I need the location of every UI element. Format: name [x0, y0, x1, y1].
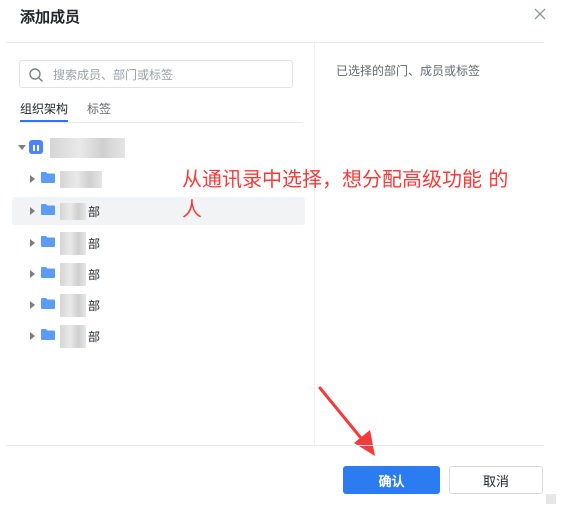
tab-org-structure[interactable]: 组织架构 — [20, 100, 68, 117]
close-icon[interactable] — [532, 6, 548, 22]
org-icon — [29, 140, 43, 154]
tree-item[interactable]: 部 — [12, 291, 305, 319]
dept-name-redacted — [60, 263, 86, 286]
dept-suffix: 部 — [88, 299, 101, 313]
dialog-title: 添加成员 — [20, 8, 81, 26]
org-name-redacted[interactable] — [50, 138, 125, 158]
folder-icon — [41, 267, 55, 278]
dept-name-redacted — [60, 171, 102, 188]
dept-name-redacted — [60, 325, 86, 348]
expand-caret-icon[interactable] — [30, 332, 35, 340]
footer-divider — [6, 445, 544, 446]
tabs-divider — [20, 122, 303, 123]
collapse-caret-icon[interactable] — [18, 145, 26, 150]
search-icon — [29, 68, 43, 82]
folder-icon — [41, 172, 55, 183]
expand-caret-icon[interactable] — [30, 270, 35, 278]
dept-name-redacted — [60, 294, 86, 317]
dept-suffix: 部 — [88, 237, 101, 251]
folder-icon — [41, 236, 55, 247]
expand-caret-icon[interactable] — [30, 207, 35, 215]
folder-icon — [41, 329, 55, 340]
tree-item[interactable]: 部 — [12, 260, 305, 288]
annotation-text: 从通讯录中选择，想分配高级功能 的人 — [182, 167, 509, 221]
dept-name-redacted — [60, 232, 86, 255]
resize-corner — [546, 494, 556, 504]
confirm-button[interactable]: 确认 — [343, 466, 440, 494]
dept-name-redacted — [60, 203, 86, 220]
expand-caret-icon[interactable] — [30, 175, 35, 183]
dept-suffix: 部 — [88, 268, 101, 282]
expand-caret-icon[interactable] — [30, 239, 35, 247]
folder-icon — [41, 298, 55, 309]
folder-icon — [41, 204, 55, 215]
header-divider — [6, 42, 544, 43]
expand-caret-icon[interactable] — [30, 301, 35, 309]
cancel-button[interactable]: 取消 — [449, 466, 543, 494]
tree-item[interactable]: 部 — [12, 322, 305, 350]
selected-panel-title: 已选择的部门、成员或标签 — [336, 64, 481, 78]
annotation-arrow-icon — [318, 386, 375, 456]
search-placeholder: 搜索成员、部门或标签 — [53, 68, 174, 82]
search-input[interactable]: 搜索成员、部门或标签 — [19, 60, 293, 88]
tab-tags[interactable]: 标签 — [87, 100, 111, 117]
dept-suffix: 部 — [88, 330, 101, 344]
tree-item[interactable]: 部 — [12, 229, 305, 257]
dept-suffix: 部 — [88, 205, 101, 219]
